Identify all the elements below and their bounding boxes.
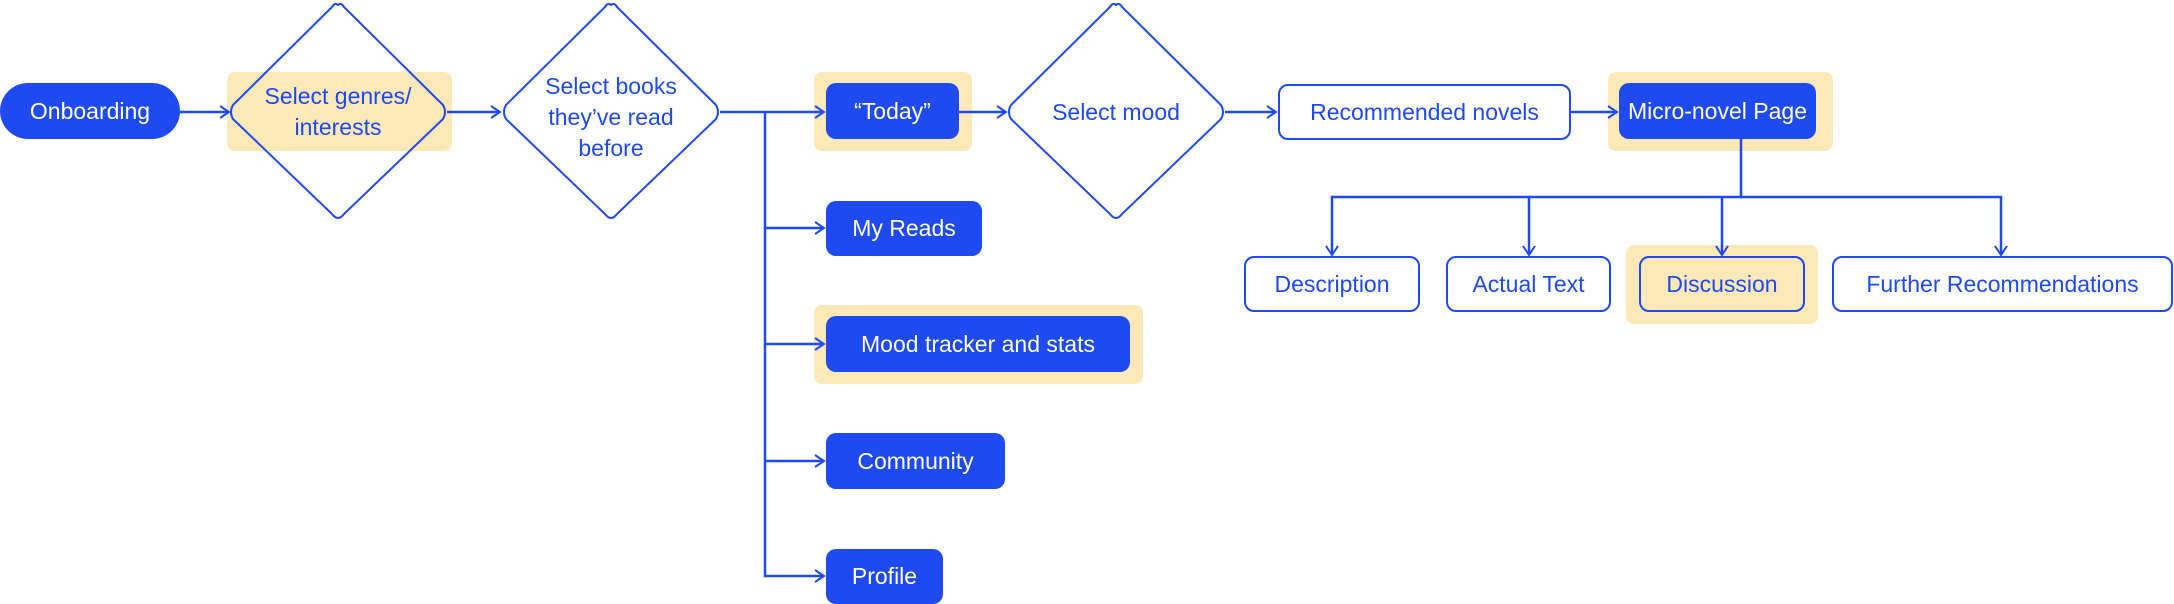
node-actual-text[interactable]: Actual Text <box>1446 256 1611 312</box>
arrow-my-reads <box>763 112 826 235</box>
node-select-mood[interactable]: Select mood <box>1030 92 1202 132</box>
node-onboarding[interactable]: Onboarding <box>0 83 180 139</box>
node-discussion[interactable]: Discussion <box>1639 256 1805 312</box>
node-select-books[interactable]: Select books they’ve read before <box>538 62 684 172</box>
arrow-description <box>1325 139 1743 257</box>
node-mood-tracker[interactable]: Mood tracker and stats <box>826 316 1130 372</box>
node-community[interactable]: Community <box>826 433 1005 489</box>
flowchart: Onboarding Select genres/ interests Sele… <box>0 0 2174 604</box>
node-micro-novel-page[interactable]: Micro-novel Page <box>1619 83 1816 139</box>
arrow-mood-tracker <box>763 228 826 351</box>
arrow-community <box>763 344 826 468</box>
node-select-genres[interactable]: Select genres/ interests <box>255 72 421 152</box>
node-recommended-novels[interactable]: Recommended novels <box>1278 84 1571 140</box>
node-today[interactable]: “Today” <box>826 83 959 139</box>
node-description[interactable]: Description <box>1244 256 1420 312</box>
node-further-recommendations[interactable]: Further Recommendations <box>1832 256 2173 312</box>
arrow-further <box>1741 195 2008 257</box>
node-my-reads[interactable]: My Reads <box>826 201 982 256</box>
node-profile[interactable]: Profile <box>826 549 943 604</box>
arrow-profile <box>763 461 826 583</box>
